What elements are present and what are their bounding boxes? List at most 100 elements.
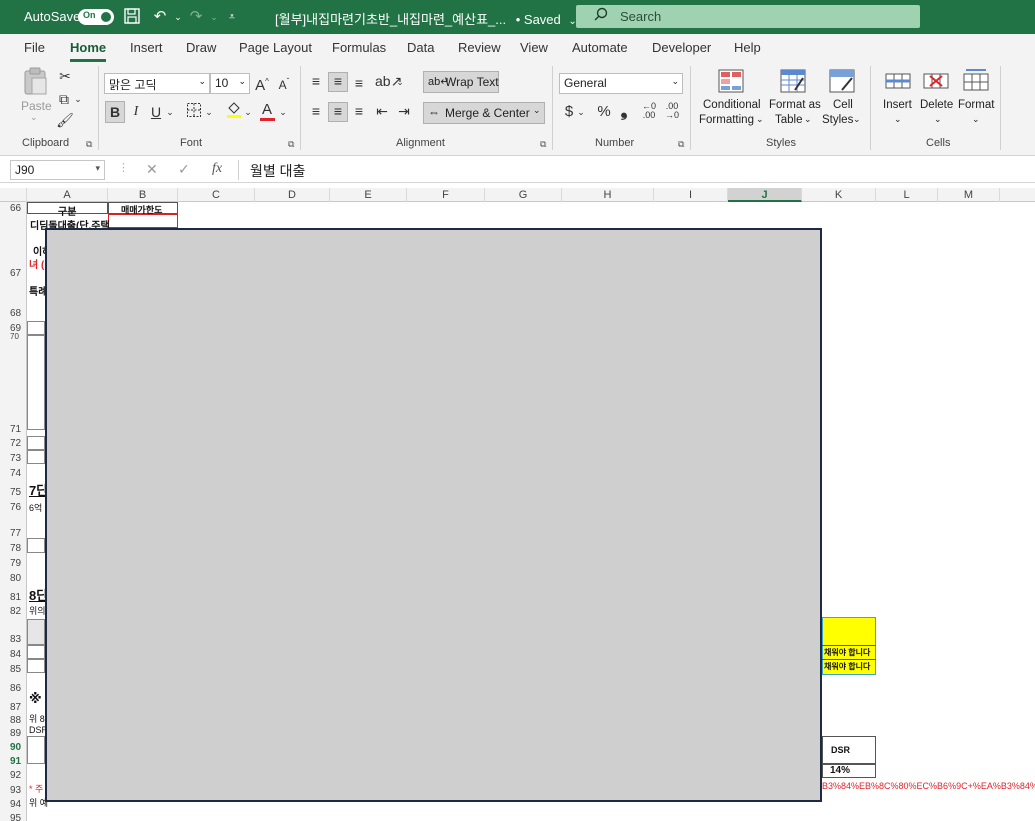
row-header[interactable]: 82 xyxy=(0,606,26,617)
row-header[interactable]: 95 xyxy=(0,813,26,821)
format-as-table-label-1[interactable]: Format as xyxy=(769,99,821,111)
column-header-a[interactable]: A xyxy=(27,188,108,202)
redo-icon[interactable]: ↷ xyxy=(186,7,206,27)
format-as-table-label-2[interactable]: Table xyxy=(775,114,803,126)
redo-dropdown-icon[interactable]: ⌄ xyxy=(204,7,224,27)
format-as-table-icon[interactable] xyxy=(779,68,809,96)
row-header[interactable]: 87 xyxy=(0,702,26,713)
align-top-icon[interactable]: ≡ xyxy=(307,71,325,91)
row-header[interactable]: 94 xyxy=(0,799,26,810)
fill-color-icon[interactable] xyxy=(225,100,243,123)
search-box[interactable]: Search xyxy=(576,5,920,28)
clipboard-launcher-icon[interactable]: ⧉ xyxy=(86,139,92,150)
tab-help[interactable]: Help xyxy=(734,40,761,55)
cell-a70[interactable] xyxy=(27,335,45,430)
row-header[interactable]: 84 xyxy=(0,649,26,660)
column-header-b[interactable]: B xyxy=(108,188,178,202)
column-header-d[interactable]: D xyxy=(255,188,330,202)
borders-icon[interactable] xyxy=(184,102,204,123)
tab-insert[interactable]: Insert xyxy=(130,40,163,55)
paste-dropdown-icon[interactable]: ⌄ xyxy=(30,112,38,123)
cell-a78[interactable] xyxy=(27,538,45,553)
save-icon[interactable] xyxy=(122,7,142,27)
tab-view[interactable]: View xyxy=(520,40,548,55)
fill-color-dropdown-icon[interactable]: ⌄ xyxy=(243,102,253,122)
cell-a69[interactable] xyxy=(27,321,45,335)
row-header[interactable]: 85 xyxy=(0,664,26,675)
select-all-corner[interactable] xyxy=(0,188,27,202)
orientation-icon[interactable]: ab↗ xyxy=(375,71,402,91)
cell-a83[interactable] xyxy=(27,619,45,645)
cell-styles-label-2[interactable]: Styles xyxy=(822,114,853,126)
conditional-formatting-label-2[interactable]: Formatting xyxy=(699,114,754,126)
row-header[interactable]: 67 xyxy=(0,268,26,279)
row-header[interactable]: 74 xyxy=(0,468,26,479)
align-right-icon[interactable]: ≡ xyxy=(350,101,368,121)
number-launcher-icon[interactable]: ⧉ xyxy=(678,139,684,150)
tab-automate[interactable]: Automate xyxy=(572,40,628,55)
tab-review[interactable]: Review xyxy=(458,40,501,55)
row-header[interactable]: 66 xyxy=(0,203,26,214)
italic-button[interactable]: I xyxy=(127,102,145,122)
formula-input[interactable]: 월별 대출 xyxy=(250,161,305,181)
underline-button[interactable]: U xyxy=(148,102,164,122)
tab-file[interactable]: File xyxy=(24,40,45,55)
tab-home[interactable]: Home xyxy=(70,40,106,55)
paste-label[interactable]: Paste xyxy=(21,99,52,113)
column-header-i[interactable]: I xyxy=(654,188,728,202)
cell-a85[interactable] xyxy=(27,659,45,673)
delete-cells-icon[interactable] xyxy=(922,68,952,96)
cancel-icon[interactable]: ✕ xyxy=(146,161,158,178)
cell-a90[interactable] xyxy=(27,736,45,764)
undo-icon[interactable]: ↶ xyxy=(150,7,170,27)
row-header[interactable]: 73 xyxy=(0,453,26,464)
autosave-toggle[interactable]: On xyxy=(78,9,114,25)
cell-b66[interactable]: 매매가한도 xyxy=(108,202,178,215)
column-header-l[interactable]: L xyxy=(876,188,938,202)
increase-indent-icon[interactable]: ⇥ xyxy=(395,101,413,121)
column-header-c[interactable]: C xyxy=(178,188,255,202)
column-header-j[interactable]: J xyxy=(728,188,802,202)
cell-a72[interactable] xyxy=(27,436,45,450)
conditional-formatting-icon[interactable] xyxy=(717,68,747,96)
insert-cells-icon[interactable] xyxy=(884,68,914,96)
copy-dropdown-icon[interactable]: ⌄ xyxy=(73,89,83,109)
increase-decimal-icon[interactable]: ←0.00 xyxy=(639,102,659,120)
row-header[interactable]: 86 xyxy=(0,683,26,694)
column-header-h[interactable]: H xyxy=(562,188,654,202)
row-header[interactable]: 76 xyxy=(0,502,26,513)
paste-icon[interactable] xyxy=(22,66,52,95)
row-header[interactable]: 72 xyxy=(0,438,26,449)
tab-page-layout[interactable]: Page Layout xyxy=(239,40,312,55)
format-cells-icon[interactable] xyxy=(962,68,992,96)
row-header[interactable]: 78 xyxy=(0,543,26,554)
font-launcher-icon[interactable]: ⧉ xyxy=(288,139,294,150)
embedded-object-placeholder[interactable] xyxy=(45,228,822,802)
decrease-indent-icon[interactable]: ⇤ xyxy=(373,101,391,121)
row-header-selected[interactable]: 90 xyxy=(0,742,26,753)
row-header[interactable]: 88 xyxy=(0,715,26,726)
enter-icon[interactable]: ✓ xyxy=(178,161,190,178)
row-header[interactable]: 83 xyxy=(0,634,26,645)
currency-dropdown-icon[interactable]: ⌄ xyxy=(576,102,586,122)
tab-developer[interactable]: Developer xyxy=(652,40,711,55)
grow-font-icon[interactable]: A^ xyxy=(253,72,271,96)
column-header-g[interactable]: G xyxy=(485,188,562,202)
row-header[interactable]: 92 xyxy=(0,770,26,781)
orientation-dropdown-icon[interactable]: ⌄ xyxy=(395,72,405,92)
format-cells-label[interactable]: Format xyxy=(958,99,994,111)
row-header[interactable]: 81 xyxy=(0,592,26,603)
shrink-font-icon[interactable]: Aˇ xyxy=(275,72,293,95)
number-format-dropdown[interactable]: General ⌄ xyxy=(559,73,683,94)
column-header-e[interactable]: E xyxy=(330,188,407,202)
delete-cells-label[interactable]: Delete xyxy=(920,99,953,111)
undo-dropdown-icon[interactable]: ⌄ xyxy=(168,7,188,27)
row-header[interactable]: 75 xyxy=(0,487,26,498)
column-header-m[interactable]: M xyxy=(938,188,1000,202)
align-bottom-icon[interactable]: ≡ xyxy=(350,73,368,93)
font-name-dropdown[interactable]: 맑은 고딕 ⌄ xyxy=(104,73,210,94)
comma-button[interactable]: ❟ xyxy=(617,100,631,120)
cell-a73[interactable] xyxy=(27,450,45,464)
cell-b67[interactable] xyxy=(108,214,178,228)
row-header[interactable]: 93 xyxy=(0,785,26,796)
